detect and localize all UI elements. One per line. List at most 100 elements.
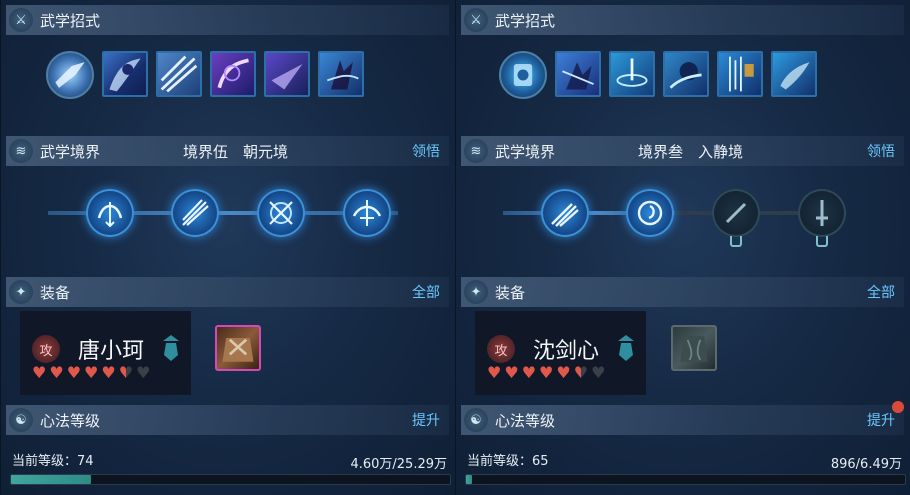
realm-level: 境界伍 bbox=[183, 142, 229, 161]
character-name: 唐小珂 bbox=[78, 339, 145, 364]
mind-title: 心法等级 bbox=[40, 411, 101, 430]
hearts-row: ♥ ♥ ♥ ♥ ♥ ♥ ♥ bbox=[487, 364, 605, 382]
swirl-icon bbox=[637, 200, 663, 226]
progress-fill bbox=[466, 475, 473, 484]
sword-icon: ⚔ bbox=[464, 8, 488, 32]
equip-header: ✦ 装备 全部 bbox=[6, 277, 449, 307]
left-panel: ⚔ 武学招式 ≋ 武学境界 境界伍 朝元境 领悟 ✦ 装备 全部 攻 唐小珂 ♥… bbox=[0, 0, 455, 495]
skill-slot-4[interactable] bbox=[663, 51, 709, 97]
progress-count: 896/6.49万 bbox=[830, 457, 902, 472]
mind-title: 心法等级 bbox=[495, 411, 556, 430]
all-link[interactable]: 全部 bbox=[867, 282, 895, 302]
meditation-icon: ☯ bbox=[464, 408, 488, 432]
current-level: 当前等级：65 bbox=[467, 454, 549, 469]
equip-title: 装备 bbox=[40, 283, 71, 302]
heart-icon: ♥ bbox=[66, 363, 82, 382]
skill-slot-1[interactable] bbox=[46, 51, 94, 99]
skills-header: ⚔ 武学招式 bbox=[6, 5, 449, 35]
heart-icon: ♥ bbox=[49, 363, 64, 382]
heart-icon: ♥ bbox=[84, 363, 99, 382]
realm-title: 武学境界 bbox=[495, 142, 556, 161]
equipment-slot-armor[interactable] bbox=[215, 325, 261, 371]
heart-icon: ♥ bbox=[136, 363, 151, 382]
skill-slot-4[interactable] bbox=[210, 51, 256, 97]
realm-name: 入静境 bbox=[698, 142, 744, 161]
heart-icon: ♥ bbox=[32, 363, 47, 382]
mind-header: ☯ 心法等级 提升 bbox=[6, 405, 449, 435]
progress-bar bbox=[10, 474, 451, 485]
skills-header: ⚔ 武学招式 bbox=[461, 5, 904, 35]
skill-list bbox=[46, 51, 364, 99]
realm-node-1[interactable] bbox=[86, 189, 134, 237]
dagger-icon bbox=[816, 200, 828, 226]
heart-icon: ♥ bbox=[539, 363, 554, 382]
realm-header: ≋ 武学境界 境界叁 入静境 领悟 bbox=[461, 136, 904, 166]
heart-icon: ♥ bbox=[521, 363, 537, 382]
realm-node-1[interactable] bbox=[541, 189, 589, 237]
comprehend-link[interactable]: 领悟 bbox=[412, 141, 440, 161]
realm-node-3[interactable] bbox=[257, 189, 305, 237]
progress-count: 4.60万/25.29万 bbox=[350, 457, 447, 472]
realm-name: 朝元境 bbox=[243, 142, 289, 161]
right-panel: ⚔ 武学招式 ≋ 武学境界 境界叁 入静境 领悟 ✦ 装备 全部 攻 沈剑心 ♥… bbox=[455, 0, 910, 495]
heart-icon: ♥ bbox=[591, 363, 606, 382]
skill-slot-5[interactable] bbox=[717, 51, 763, 97]
heart-icon: ♥ bbox=[101, 363, 116, 382]
realm-header: ≋ 武学境界 境界伍 朝元境 领悟 bbox=[6, 136, 449, 166]
arrows-icon bbox=[182, 199, 209, 226]
skill-slot-3[interactable] bbox=[609, 51, 655, 97]
character-silhouette-icon bbox=[618, 335, 634, 361]
progress-bar bbox=[465, 474, 906, 485]
realm-level: 境界叁 bbox=[638, 142, 684, 161]
wind-swirl-icon: ≋ bbox=[464, 139, 488, 163]
lock-icon bbox=[730, 236, 742, 247]
heart-icon: ♥ bbox=[573, 363, 589, 382]
realm-node-2[interactable] bbox=[171, 189, 219, 237]
skill-list bbox=[499, 51, 817, 99]
armor-icon: ✦ bbox=[464, 280, 488, 304]
meditation-icon: ☯ bbox=[9, 408, 33, 432]
equip-header: ✦ 装备 全部 bbox=[461, 277, 904, 307]
bow-icon bbox=[97, 202, 123, 228]
realm-node-4[interactable] bbox=[343, 189, 391, 237]
upgrade-link[interactable]: 提升 bbox=[412, 410, 440, 430]
realm-node-4-locked[interactable] bbox=[798, 189, 846, 237]
heart-icon: ♥ bbox=[118, 363, 134, 382]
skill-slot-5[interactable] bbox=[264, 51, 310, 97]
character-card[interactable]: 攻 沈剑心 ♥ ♥ ♥ ♥ ♥ ♥ ♥ bbox=[475, 311, 646, 395]
all-link[interactable]: 全部 bbox=[412, 282, 440, 302]
attack-badge: 攻 bbox=[32, 335, 60, 363]
skill-slot-2[interactable] bbox=[555, 51, 601, 97]
attack-badge: 攻 bbox=[487, 335, 515, 363]
equip-title: 装备 bbox=[495, 283, 526, 302]
skill-slot-1[interactable] bbox=[499, 51, 547, 99]
wind-swirl-icon: ≋ bbox=[9, 139, 33, 163]
realm-node-3-locked[interactable] bbox=[712, 189, 760, 237]
skill-slot-3[interactable] bbox=[156, 51, 202, 97]
mind-header: ☯ 心法等级 提升 bbox=[461, 405, 904, 435]
realm-title: 武学境界 bbox=[40, 142, 101, 161]
heart-icon: ♥ bbox=[556, 363, 571, 382]
skill-slot-2[interactable] bbox=[102, 51, 148, 97]
armor-icon: ✦ bbox=[9, 280, 33, 304]
sword-icon: ⚔ bbox=[9, 8, 33, 32]
heart-icon: ♥ bbox=[487, 363, 502, 382]
character-name: 沈剑心 bbox=[533, 339, 600, 364]
skill-slot-6[interactable] bbox=[771, 51, 817, 97]
bow-aim-icon bbox=[352, 200, 382, 226]
equipment-slot-armor[interactable] bbox=[671, 325, 717, 371]
character-card[interactable]: 攻 唐小珂 ♥ ♥ ♥ ♥ ♥ ♥ ♥ bbox=[20, 311, 191, 395]
sword-icon bbox=[725, 202, 747, 224]
sword-slash-icon bbox=[551, 203, 579, 227]
realm-node-2[interactable] bbox=[626, 189, 674, 237]
comprehend-link[interactable]: 领悟 bbox=[867, 141, 895, 161]
skill-slot-6[interactable] bbox=[318, 51, 364, 97]
cross-arrows-icon bbox=[269, 201, 293, 225]
skills-title: 武学招式 bbox=[40, 11, 101, 30]
skills-title: 武学招式 bbox=[495, 11, 556, 30]
heart-icon: ♥ bbox=[504, 363, 519, 382]
progress-fill bbox=[11, 475, 91, 484]
lock-icon bbox=[816, 236, 828, 247]
upgrade-link[interactable]: 提升 bbox=[867, 410, 895, 430]
hearts-row: ♥ ♥ ♥ ♥ ♥ ♥ ♥ bbox=[32, 364, 150, 382]
